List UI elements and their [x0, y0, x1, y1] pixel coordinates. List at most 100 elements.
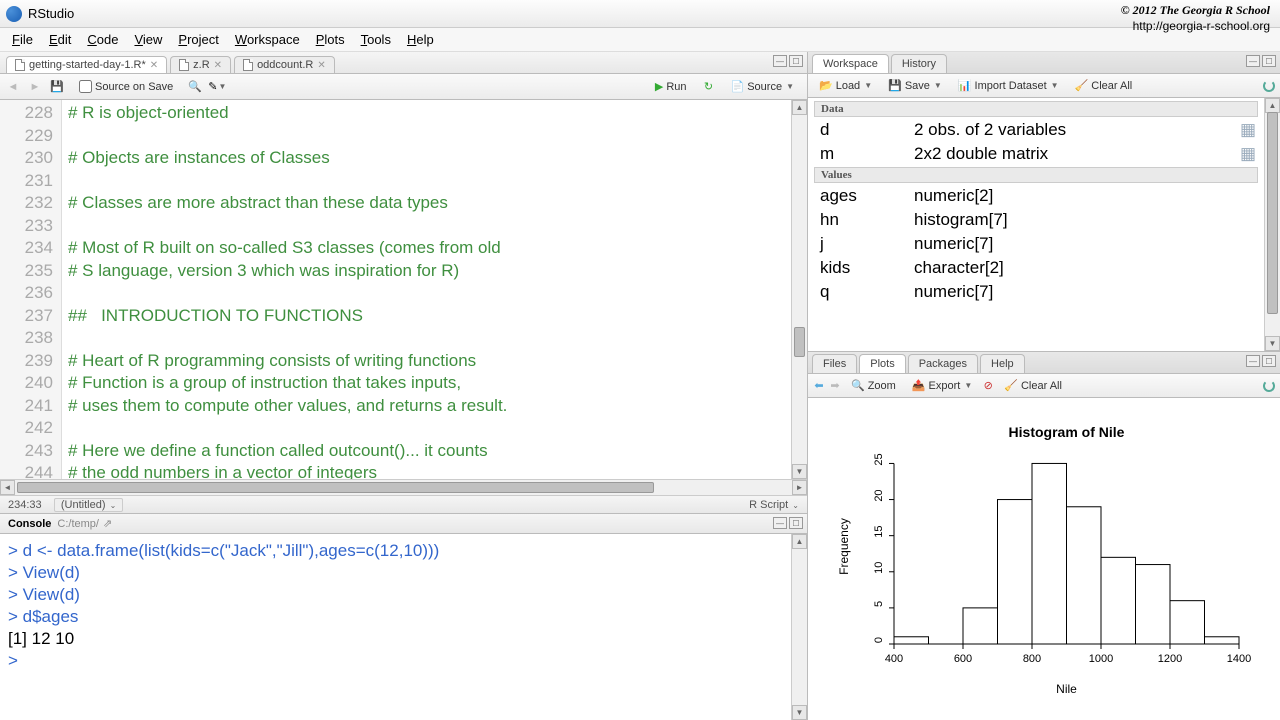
remove-plot-icon[interactable]: ⊘: [981, 379, 995, 393]
svg-text:1400: 1400: [1227, 653, 1251, 665]
console[interactable]: > d <- data.frame(list(kids=c("Jack","Ji…: [0, 534, 807, 720]
plots-toolbar: ⬅ ➡ 🔍Zoom 📤Export▼ ⊘ 🧹Clear All: [808, 374, 1280, 398]
scroll-down-icon[interactable]: ▼: [792, 705, 807, 720]
source-on-save-checkbox[interactable]: Source on Save: [72, 77, 180, 96]
editor-hscroll[interactable]: ◄ ►: [0, 479, 807, 495]
plot-canvas: Histogram of NileNileFrequency4006008001…: [808, 398, 1280, 720]
zoom-button[interactable]: 🔍Zoom: [844, 376, 903, 395]
svg-text:Frequency: Frequency: [837, 518, 851, 575]
export-button[interactable]: 📤Export▼: [905, 376, 979, 395]
tab-files[interactable]: Files: [812, 354, 857, 373]
window-title-bar: RStudio: [0, 0, 1280, 28]
code-text[interactable]: # R is object-oriented# Objects are inst…: [62, 100, 791, 479]
scroll-thumb[interactable]: [17, 482, 654, 493]
workspace-toolbar: 📂Load▼ 💾Save▼ 📊Import Dataset▼ 🧹Clear Al…: [808, 74, 1280, 98]
copyright-overlay: © 2012 The Georgia R School http://georg…: [1121, 3, 1270, 34]
console-vscroll[interactable]: ▲ ▼: [791, 534, 807, 720]
tab-plots[interactable]: Plots: [859, 354, 905, 373]
maximize-icon[interactable]: ☐: [1262, 55, 1276, 67]
menu-code[interactable]: Code: [79, 32, 126, 47]
editor-tab[interactable]: oddcount.R✕: [234, 56, 335, 73]
source-editor[interactable]: 2282292302312322332342352362372382392402…: [0, 100, 807, 479]
source-button[interactable]: 📄Source▼: [724, 77, 801, 96]
close-icon[interactable]: ✕: [214, 60, 222, 71]
refresh-icon[interactable]: [1262, 379, 1276, 393]
scroll-right-icon[interactable]: ►: [792, 480, 807, 495]
workspace-row[interactable]: agesnumeric[2]: [814, 184, 1258, 208]
plot-prev-icon[interactable]: ⬅: [812, 379, 826, 393]
editor-toolbar: ◄ ► 💾 Source on Save 🔍 ✎▼ ▶Run ↻ 📄Source…: [0, 74, 807, 100]
scroll-up-icon[interactable]: ▲: [1265, 98, 1280, 113]
menu-file[interactable]: File: [4, 32, 41, 47]
scroll-up-icon[interactable]: ▲: [792, 100, 807, 115]
popout-icon[interactable]: ⇗: [103, 517, 112, 530]
scroll-up-icon[interactable]: ▲: [792, 534, 807, 549]
console-header: Console C:/temp/ ⇗ — ☐: [0, 514, 807, 534]
svg-text:5: 5: [873, 601, 885, 607]
forward-icon[interactable]: ►: [28, 80, 42, 94]
close-icon[interactable]: ✕: [317, 60, 325, 71]
tab-packages[interactable]: Packages: [908, 354, 978, 373]
svg-text:1200: 1200: [1158, 653, 1182, 665]
scroll-down-icon[interactable]: ▼: [792, 464, 807, 479]
svg-text:Histogram of Nile: Histogram of Nile: [1009, 424, 1125, 440]
scroll-down-icon[interactable]: ▼: [1265, 336, 1280, 351]
save-icon[interactable]: 💾: [50, 80, 64, 94]
menu-project[interactable]: Project: [170, 32, 226, 47]
tab-help[interactable]: Help: [980, 354, 1025, 373]
workspace-row[interactable]: kidscharacter[2]: [814, 256, 1258, 280]
scroll-thumb[interactable]: [794, 327, 805, 357]
file-icon: [243, 59, 253, 71]
clear-all-plots-button[interactable]: 🧹Clear All: [997, 376, 1069, 395]
run-button[interactable]: ▶Run: [648, 77, 694, 96]
workspace-row[interactable]: d2 obs. of 2 variables▦: [814, 118, 1258, 142]
find-icon[interactable]: 🔍: [188, 80, 202, 94]
workspace-row[interactable]: jnumeric[7]: [814, 232, 1258, 256]
menu-plots[interactable]: Plots: [308, 32, 353, 47]
menu-edit[interactable]: Edit: [41, 32, 79, 47]
window-title: RStudio: [28, 6, 74, 21]
back-icon[interactable]: ◄: [6, 80, 20, 94]
app-logo-icon: [6, 6, 22, 22]
maximize-icon[interactable]: ☐: [789, 55, 803, 67]
workspace-row[interactable]: m2x2 double matrix▦: [814, 142, 1258, 166]
plots-tab-strip: FilesPlotsPackagesHelp — ☐: [808, 352, 1280, 374]
close-icon[interactable]: ✕: [150, 60, 158, 71]
minimize-icon[interactable]: —: [773, 55, 787, 67]
rerun-icon[interactable]: ↻: [702, 80, 716, 94]
menu-tools[interactable]: Tools: [353, 32, 399, 47]
svg-text:10: 10: [873, 562, 885, 574]
scroll-thumb[interactable]: [1267, 112, 1278, 314]
file-type-selector[interactable]: R Script ⌄: [749, 499, 799, 511]
tab-workspace[interactable]: Workspace: [812, 54, 889, 73]
maximize-icon[interactable]: ☐: [1262, 355, 1276, 367]
minimize-icon[interactable]: —: [1246, 355, 1260, 367]
workspace-row[interactable]: qnumeric[7]: [814, 280, 1258, 304]
refresh-icon[interactable]: [1262, 79, 1276, 93]
svg-text:800: 800: [1023, 653, 1041, 665]
svg-text:15: 15: [873, 526, 885, 538]
menu-workspace[interactable]: Workspace: [227, 32, 308, 47]
wand-icon[interactable]: ✎▼: [210, 80, 224, 94]
scope-selector[interactable]: (Untitled) ⌄: [54, 498, 123, 512]
minimize-icon[interactable]: —: [1246, 55, 1260, 67]
svg-text:Nile: Nile: [1056, 682, 1077, 696]
scroll-left-icon[interactable]: ◄: [0, 480, 15, 495]
editor-tab[interactable]: z.R✕: [170, 56, 231, 73]
editor-vscroll[interactable]: ▲ ▼: [791, 100, 807, 479]
menu-help[interactable]: Help: [399, 32, 442, 47]
save-button[interactable]: 💾Save▼: [881, 76, 949, 95]
load-button[interactable]: 📂Load▼: [812, 76, 879, 95]
file-icon: [15, 59, 25, 71]
tab-history[interactable]: History: [891, 54, 947, 73]
menu-view[interactable]: View: [126, 32, 170, 47]
import-dataset-button[interactable]: 📊Import Dataset▼: [951, 76, 1066, 95]
workspace-row[interactable]: hnhistogram[7]: [814, 208, 1258, 232]
plot-next-icon[interactable]: ➡: [828, 379, 842, 393]
editor-tab[interactable]: getting-started-day-1.R*✕: [6, 56, 167, 73]
svg-text:400: 400: [885, 653, 903, 665]
minimize-icon[interactable]: —: [773, 517, 787, 529]
maximize-icon[interactable]: ☐: [789, 517, 803, 529]
clear-all-button[interactable]: 🧹Clear All: [1068, 76, 1140, 95]
workspace-vscroll[interactable]: ▲ ▼: [1264, 98, 1280, 351]
